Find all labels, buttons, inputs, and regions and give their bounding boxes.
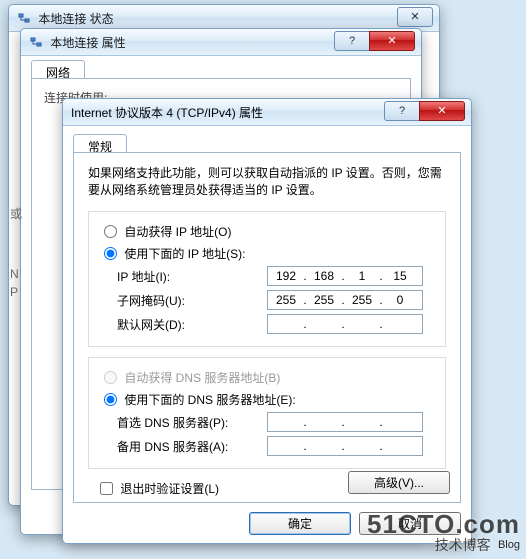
row-preferred-dns: 首选 DNS 服务器(P): . . . [99,412,435,432]
ip-address-input[interactable]: 192. 168. 1. 15 [267,266,423,286]
close-button[interactable]: ✕ [419,101,465,121]
ok-button[interactable]: 确定 [249,512,351,535]
row-default-gateway: 默认网关(D): . . . [99,314,435,334]
cutoff-text: 或 [10,205,22,222]
description-text: 如果网络支持此功能，则可以获取自动指派的 IP 设置。否则，您需要从网络系统管理… [88,165,446,199]
radio-label: 使用下面的 DNS 服务器地址(E): [124,393,295,407]
titlebar[interactable]: 本地连接 属性 ? ✕ [21,29,421,56]
default-gateway-label: 默认网关(D): [117,316,267,333]
dns-settings-group: 自动获得 DNS 服务器地址(B) 使用下面的 DNS 服务器地址(E): 首选… [88,357,446,469]
close-button[interactable]: ✕ [397,7,433,27]
alternate-dns-label: 备用 DNS 服务器(A): [117,438,267,455]
radio-ip-auto[interactable]: 自动获得 IP 地址(O) [99,222,435,240]
alternate-dns-input[interactable]: . . . [267,436,423,456]
advanced-button[interactable]: 高级(V)... [348,471,450,494]
network-icon [17,12,31,26]
validate-on-exit[interactable]: 退出时验证设置(L) [96,482,219,496]
radio-ip-manual[interactable]: 使用下面的 IP 地址(S): [99,244,435,262]
radio-dns-manual-input[interactable] [104,393,117,406]
help-button[interactable]: ? [384,101,420,121]
close-icon: ✕ [437,98,446,124]
validate-on-exit-label: 退出时验证设置(L) [120,482,219,496]
subnet-mask-input[interactable]: 255. 255. 255. 0 [267,290,423,310]
close-button[interactable]: ✕ [369,31,415,51]
radio-dns-auto-input [104,371,117,384]
help-icon: ? [349,28,355,54]
radio-dns-auto: 自动获得 DNS 服务器地址(B) [99,368,435,386]
subnet-mask-label: 子网掩码(U): [117,292,267,309]
preferred-dns-label: 首选 DNS 服务器(P): [117,414,267,431]
close-icon: ✕ [410,4,419,30]
tab-panel-general: 如果网络支持此功能，则可以获取自动指派的 IP 设置。否则，您需要从网络系统管理… [73,152,461,503]
close-icon: ✕ [387,28,396,54]
dialog-footer: 确定 取消 [249,512,461,535]
radio-label: 使用下面的 IP 地址(S): [124,247,245,261]
watermark-tag: Blog [498,539,520,551]
preferred-dns-input[interactable]: . . . [267,412,423,432]
window-title: 本地连接 属性 [50,30,125,56]
titlebar[interactable]: Internet 协议版本 4 (TCP/IPv4) 属性 ? ✕ [63,99,471,126]
help-button[interactable]: ? [334,31,370,51]
window-ipv4-properties: Internet 协议版本 4 (TCP/IPv4) 属性 ? ✕ 常规 如果网… [62,98,472,544]
help-icon: ? [399,98,405,124]
default-gateway-input[interactable]: . . . [267,314,423,334]
radio-label: 自动获得 IP 地址(O) [124,225,231,239]
row-ip-address: IP 地址(I): 192. 168. 1. 15 [99,266,435,286]
radio-dns-manual[interactable]: 使用下面的 DNS 服务器地址(E): [99,390,435,408]
cutoff-text: N P [10,265,20,301]
radio-label: 自动获得 DNS 服务器地址(B) [124,371,280,385]
radio-ip-auto-input[interactable] [104,225,117,238]
cancel-button[interactable]: 取消 [359,512,461,535]
row-alternate-dns: 备用 DNS 服务器(A): . . . [99,436,435,456]
ip-settings-group: 自动获得 IP 地址(O) 使用下面的 IP 地址(S): IP 地址(I): … [88,211,446,347]
row-subnet-mask: 子网掩码(U): 255. 255. 255. 0 [99,290,435,310]
network-icon [29,36,43,50]
radio-ip-manual-input[interactable] [104,247,117,260]
window-title: Internet 协议版本 4 (TCP/IPv4) 属性 [71,100,263,126]
ip-address-label: IP 地址(I): [117,268,267,285]
validate-on-exit-checkbox[interactable] [100,482,113,495]
